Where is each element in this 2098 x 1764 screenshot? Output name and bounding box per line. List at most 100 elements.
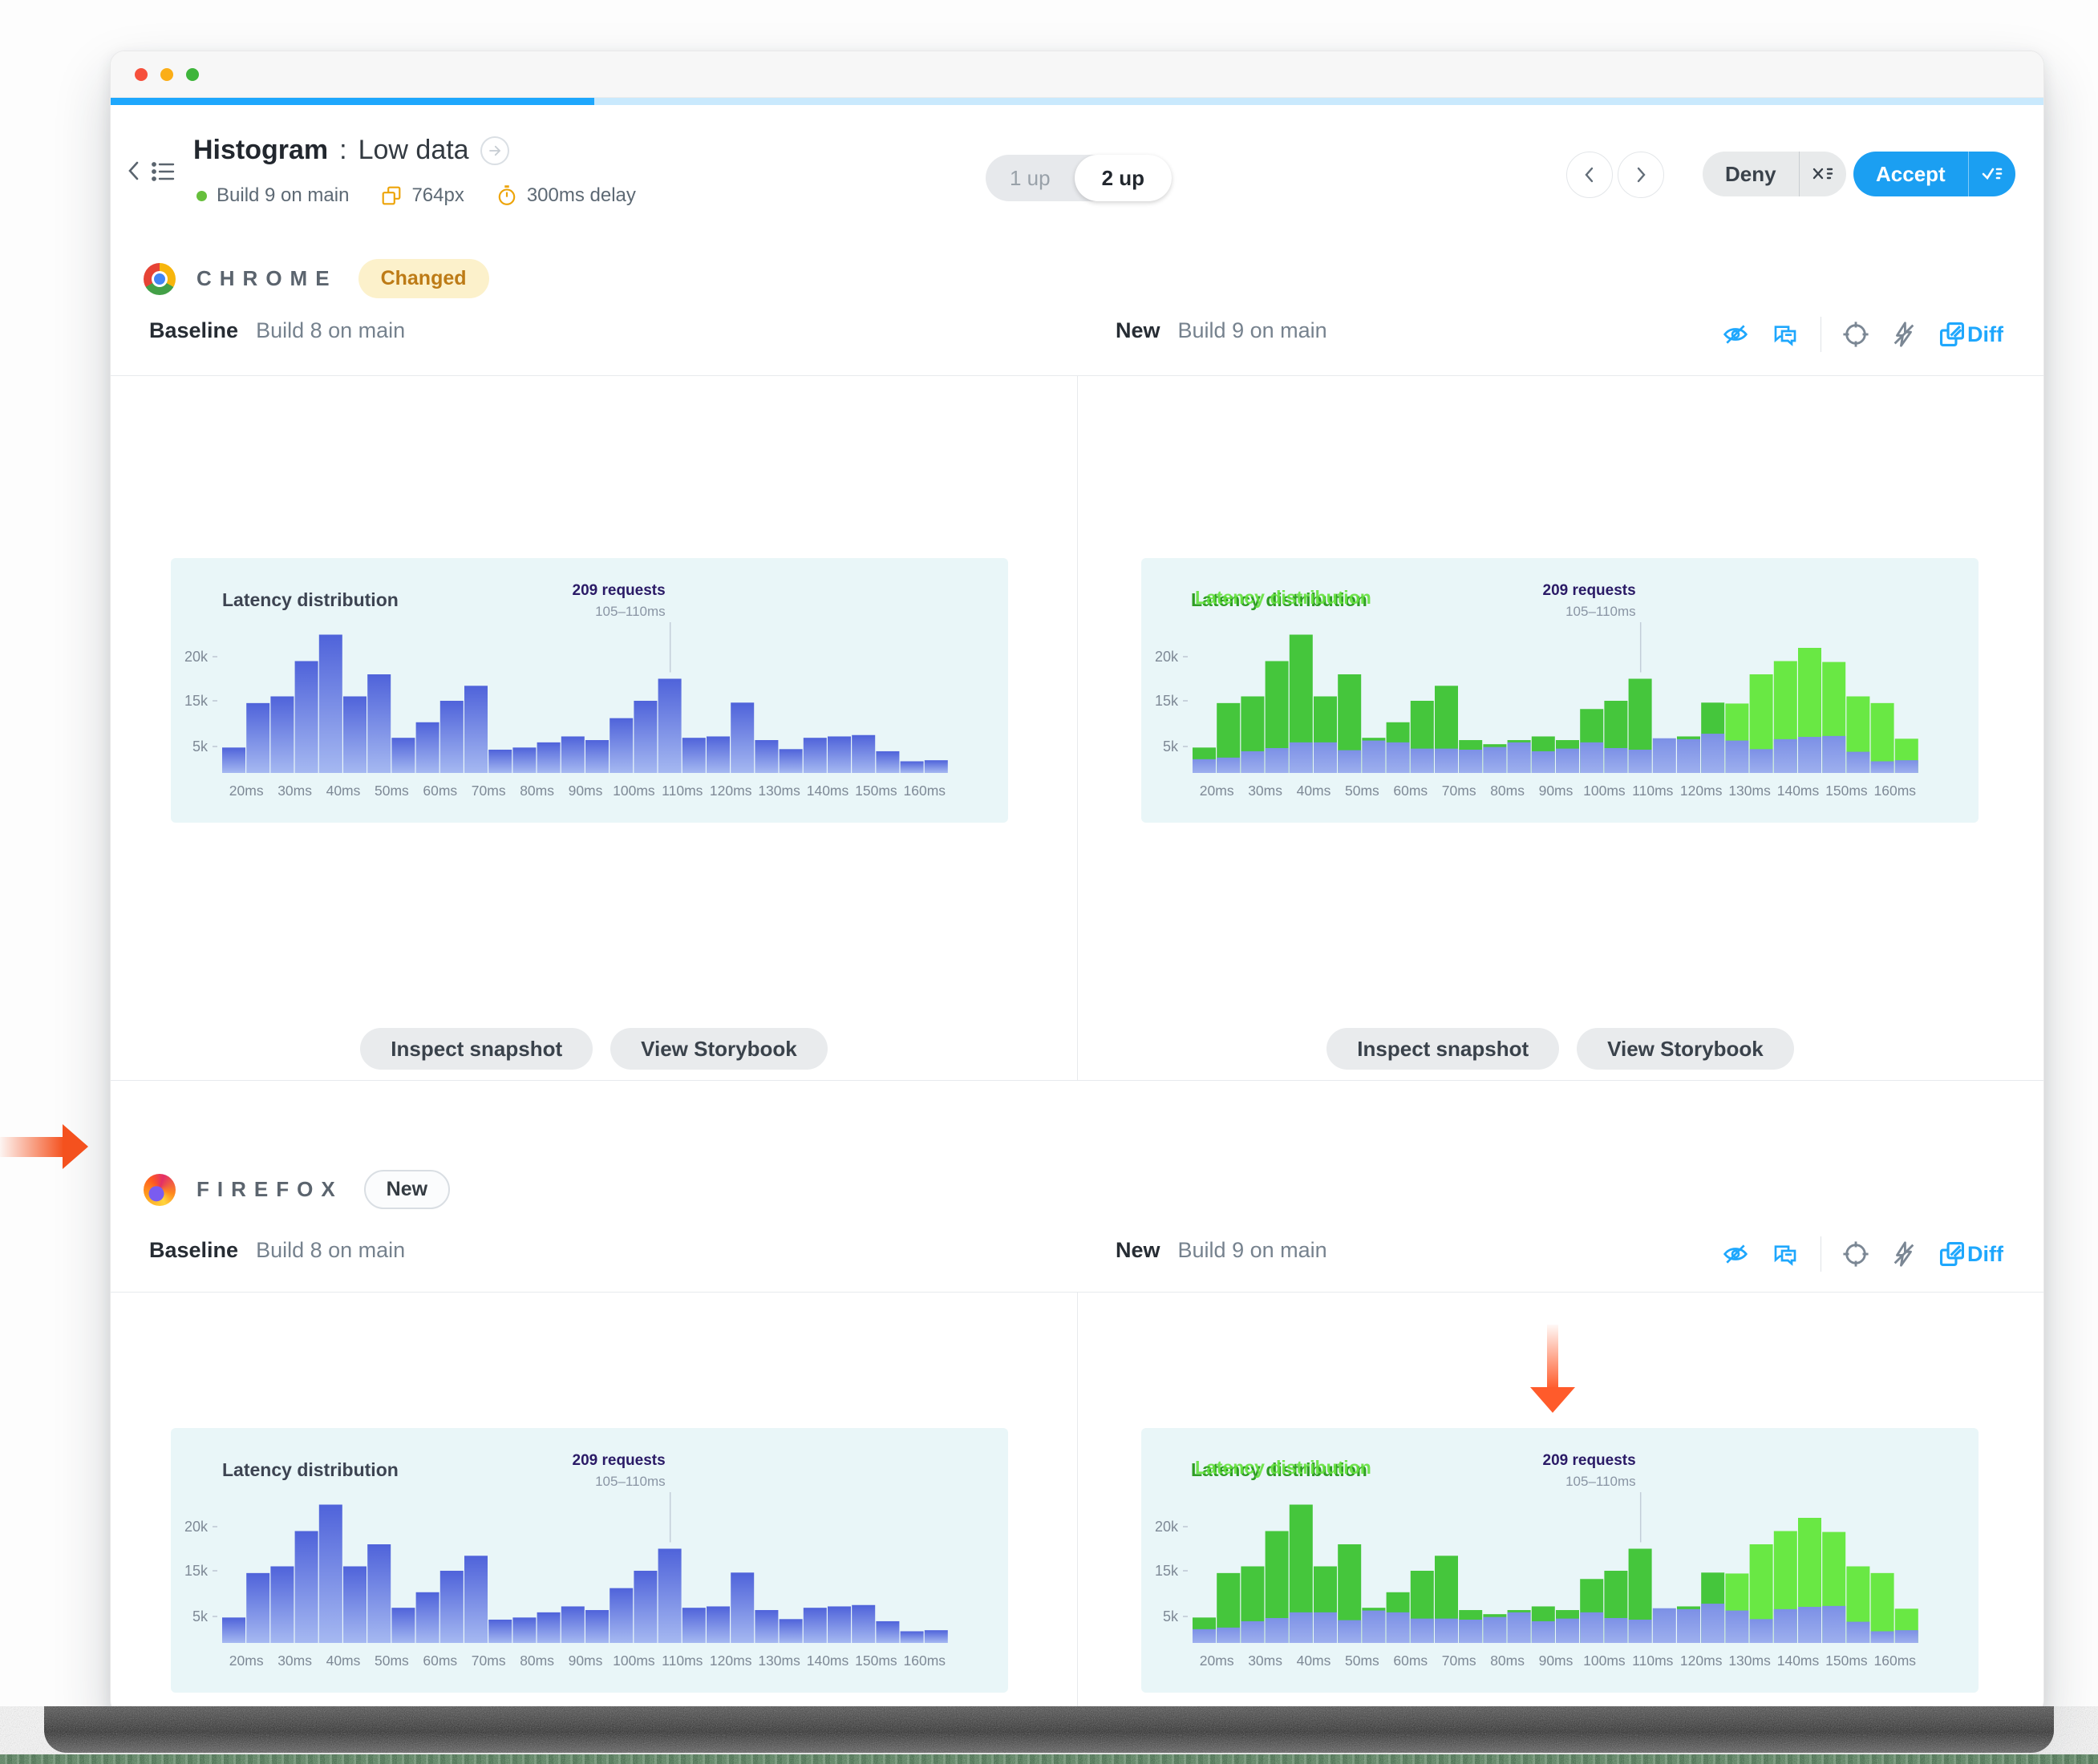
- disable-animation-button[interactable]: [1890, 321, 1918, 348]
- svg-text:110ms: 110ms: [662, 783, 703, 799]
- hide-baseline-button[interactable]: [1721, 1241, 1750, 1267]
- panel-divider: [1077, 1292, 1078, 1714]
- svg-text:80ms: 80ms: [1490, 783, 1525, 799]
- accept-button[interactable]: Accept: [1853, 162, 1968, 187]
- callout-arrow-right-icon: [0, 1124, 88, 1169]
- svg-text:40ms: 40ms: [1297, 1653, 1331, 1669]
- toggle-2up[interactable]: 2 up: [1074, 155, 1173, 201]
- svg-text:40ms: 40ms: [326, 1653, 361, 1669]
- eye-off-icon: [1723, 1244, 1748, 1264]
- chevron-right-icon: [1637, 167, 1646, 183]
- firefox-baseline-snapshot[interactable]: Latency distribution 20k 15k 5k 20ms 30ms 40ms…: [171, 1428, 1008, 1693]
- status-badge-changed: Changed: [358, 259, 489, 298]
- svg-text:100ms: 100ms: [613, 1653, 655, 1669]
- svg-text:130ms: 130ms: [1728, 783, 1771, 799]
- svg-text:130ms: 130ms: [1728, 1653, 1771, 1669]
- svg-text:110ms: 110ms: [1632, 783, 1673, 799]
- view-storybook-button[interactable]: View Storybook: [610, 1028, 828, 1070]
- comments-button[interactable]: [1771, 1241, 1800, 1267]
- diff-label: Diff: [1967, 322, 2003, 346]
- svg-text:20k: 20k: [1155, 649, 1179, 665]
- next-change-button[interactable]: [1618, 152, 1664, 198]
- svg-text:20ms: 20ms: [229, 783, 264, 799]
- svg-text:90ms: 90ms: [569, 1653, 603, 1669]
- svg-text:130ms: 130ms: [758, 1653, 800, 1669]
- hide-baseline-button[interactable]: [1721, 322, 1750, 347]
- previous-change-button[interactable]: [1566, 152, 1613, 198]
- svg-text:20ms: 20ms: [1200, 1653, 1234, 1669]
- chrome-baseline-header: Baseline Build 8 on main: [149, 318, 406, 342]
- svg-text:209 requests: 209 requests: [573, 1452, 666, 1469]
- svg-text:70ms: 70ms: [1442, 1653, 1476, 1669]
- svg-text:20ms: 20ms: [229, 1653, 264, 1669]
- goto-story-icon[interactable]: [480, 136, 509, 165]
- svg-text:130ms: 130ms: [758, 783, 800, 799]
- svg-text:15k: 15k: [1155, 1563, 1179, 1579]
- lightning-off-icon: [1893, 322, 1914, 347]
- svg-text:50ms: 50ms: [375, 1653, 409, 1669]
- svg-text:140ms: 140ms: [807, 1653, 849, 1669]
- svg-text:60ms: 60ms: [1393, 783, 1428, 799]
- svg-text:80ms: 80ms: [520, 1653, 554, 1669]
- story-list-icon[interactable]: [151, 160, 175, 183]
- deny-split-button: Deny: [1703, 152, 1846, 196]
- build-progress-bar: [111, 98, 2043, 105]
- diff-icon: [1939, 322, 1965, 347]
- chrome-new-snapshot[interactable]: Latency distribution Latency distribution…: [1141, 558, 1979, 823]
- laptop-base: [0, 1706, 2098, 1764]
- svg-text:60ms: 60ms: [1393, 1653, 1428, 1669]
- zoom-window-icon[interactable]: [186, 67, 199, 81]
- deny-button[interactable]: Deny: [1703, 162, 1799, 187]
- browser-name: FIREFOX: [196, 1177, 343, 1201]
- svg-text:30ms: 30ms: [1248, 783, 1282, 799]
- svg-text:105–110ms: 105–110ms: [595, 1474, 666, 1489]
- svg-text:140ms: 140ms: [1777, 783, 1820, 799]
- firefox-new-snapshot[interactable]: Latency distribution Latency distribution…: [1141, 1428, 1979, 1693]
- chrome-baseline-snapshot[interactable]: Latency distribution 20k 15k 5k 20ms 30ms 40ms…: [171, 558, 1008, 823]
- callout-arrow-down-icon: [1530, 1325, 1575, 1414]
- title-separator: :: [339, 135, 347, 165]
- diff-label: Diff: [1967, 1241, 2003, 1266]
- disable-animation-button[interactable]: [1890, 1240, 1918, 1268]
- svg-text:120ms: 120ms: [1680, 783, 1723, 799]
- comments-icon: [1774, 1245, 1796, 1266]
- lightning-off-icon: [1893, 1241, 1914, 1267]
- svg-text:70ms: 70ms: [472, 783, 506, 799]
- view-storybook-button[interactable]: View Storybook: [1577, 1028, 1794, 1070]
- close-window-icon[interactable]: [135, 67, 148, 81]
- svg-text:110ms: 110ms: [1632, 1653, 1673, 1669]
- comments-button[interactable]: [1771, 322, 1800, 347]
- svg-text:80ms: 80ms: [1490, 1653, 1525, 1669]
- svg-text:50ms: 50ms: [1345, 783, 1379, 799]
- svg-text:15k: 15k: [184, 693, 209, 709]
- diff-toggle-button[interactable]: Diff: [1938, 321, 2003, 348]
- focus-button[interactable]: [1842, 1240, 1869, 1268]
- toggle-1up[interactable]: 1 up: [986, 155, 1075, 201]
- svg-text:160ms: 160ms: [904, 783, 946, 799]
- story-name: Low data: [358, 135, 469, 165]
- svg-text:105–110ms: 105–110ms: [1565, 1474, 1636, 1489]
- inspect-snapshot-button[interactable]: Inspect snapshot: [360, 1028, 593, 1070]
- chrome-toolbar: Diff: [1721, 317, 2003, 352]
- svg-text:90ms: 90ms: [569, 783, 603, 799]
- diff-toggle-button[interactable]: Diff: [1938, 1240, 2003, 1268]
- svg-text:40ms: 40ms: [326, 783, 361, 799]
- chevron-left-icon: [1585, 167, 1594, 183]
- svg-text:209 requests: 209 requests: [573, 582, 666, 599]
- delay-setting: 300ms delay: [496, 184, 636, 207]
- crosshair-icon: [1843, 1241, 1869, 1267]
- eye-off-icon: [1723, 325, 1748, 344]
- focus-button[interactable]: [1842, 321, 1869, 348]
- inspect-snapshot-button[interactable]: Inspect snapshot: [1326, 1028, 1560, 1070]
- back-icon[interactable]: [124, 159, 146, 183]
- layout-toggle: 1 up 2 up: [986, 155, 1173, 201]
- accept-batch-button[interactable]: [1969, 163, 2015, 185]
- svg-text:90ms: 90ms: [1539, 1653, 1574, 1669]
- viewport-size: 764px: [381, 184, 464, 207]
- deny-batch-button[interactable]: [1800, 163, 1846, 185]
- minimize-window-icon[interactable]: [160, 67, 173, 81]
- page-title: Histogram : Low data: [193, 135, 509, 166]
- svg-text:120ms: 120ms: [710, 783, 752, 799]
- svg-text:100ms: 100ms: [1583, 1653, 1626, 1669]
- svg-text:30ms: 30ms: [277, 1653, 312, 1669]
